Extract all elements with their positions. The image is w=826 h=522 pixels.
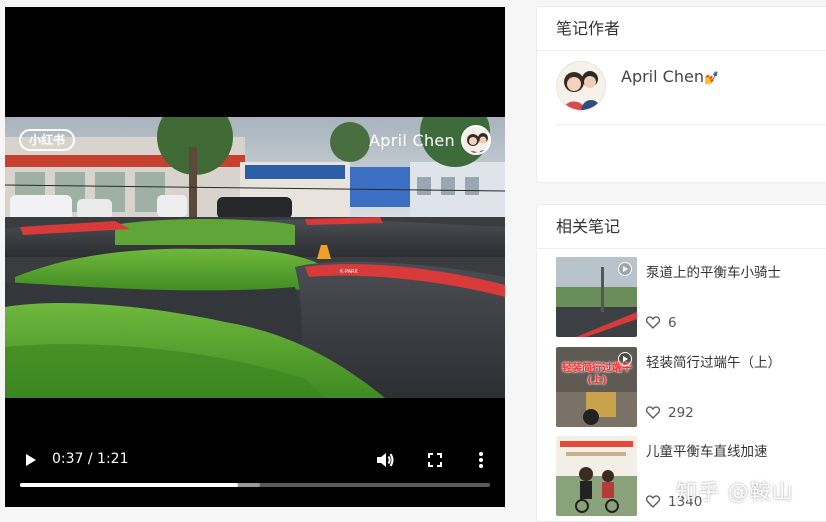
- related-notes-card: 相关笔记 泵道上的平衡车小骑士 6 轻装简行过端午(上) 轻装简行过端午（上） …: [536, 204, 826, 522]
- author-card: 笔记作者 April Chen💅: [536, 6, 826, 183]
- list-item[interactable]: 泵道上的平衡车小骑士 6: [556, 257, 826, 339]
- volume-button[interactable]: [373, 448, 397, 472]
- heart-icon: [646, 495, 660, 508]
- note-title[interactable]: 轻装简行过端午（上）: [646, 351, 781, 371]
- heart-icon: [646, 316, 660, 329]
- video-play-icon: [618, 262, 632, 276]
- more-vertical-icon: [479, 452, 483, 468]
- volume-icon: [377, 453, 394, 467]
- author-card-title: 笔记作者: [537, 7, 826, 51]
- fullscreen-icon: [428, 453, 442, 467]
- play-button[interactable]: [19, 449, 41, 471]
- zhihu-watermark: 知乎 @鞍山: [676, 480, 794, 504]
- note-likes: 6: [646, 315, 677, 331]
- author-row[interactable]: April Chen💅: [556, 61, 826, 125]
- author-name[interactable]: April Chen💅: [621, 67, 719, 86]
- progress-played: [20, 483, 238, 487]
- watermark-author-name: April Chen: [369, 131, 455, 150]
- page: K·PARK 小红书 April Chen 0:37 / 1:21 笔记作者 A…: [0, 0, 826, 522]
- nail-polish-icon: 💅: [703, 71, 719, 85]
- note-title[interactable]: 儿童平衡车直线加速: [646, 440, 768, 460]
- progress-bar[interactable]: [20, 483, 490, 487]
- watermark-avatar: [461, 125, 491, 155]
- play-icon: [26, 454, 36, 466]
- related-notes-title: 相关笔记: [537, 205, 826, 249]
- avatar[interactable]: [556, 61, 606, 111]
- author-name-text: April Chen: [621, 67, 704, 86]
- like-count: 6: [668, 315, 677, 331]
- fullscreen-button[interactable]: [423, 448, 447, 472]
- video-play-icon: [618, 352, 632, 366]
- svg-text:K·PARK: K·PARK: [340, 269, 358, 275]
- like-count: 292: [668, 405, 694, 421]
- more-options-button[interactable]: [471, 448, 491, 472]
- note-thumbnail[interactable]: [556, 436, 637, 516]
- note-title[interactable]: 泵道上的平衡车小骑士: [646, 261, 781, 281]
- video-frame[interactable]: K·PARK 小红书 April Chen: [5, 117, 505, 398]
- note-thumbnail[interactable]: [556, 257, 637, 337]
- xiaohongshu-logo: 小红书: [19, 129, 76, 151]
- note-likes: 292: [646, 405, 694, 421]
- list-item[interactable]: 轻装简行过端午(上) 轻装简行过端午（上） 292: [556, 347, 826, 429]
- note-thumbnail[interactable]: 轻装简行过端午(上): [556, 347, 637, 427]
- heart-icon: [646, 406, 660, 419]
- video-player[interactable]: K·PARK 小红书 April Chen 0:37 / 1:21: [5, 7, 505, 507]
- time-display: 0:37 / 1:21: [52, 451, 129, 467]
- thumbnail-caption: 轻装简行过端午(上): [562, 363, 632, 386]
- video-controls: 0:37 / 1:21: [5, 439, 505, 499]
